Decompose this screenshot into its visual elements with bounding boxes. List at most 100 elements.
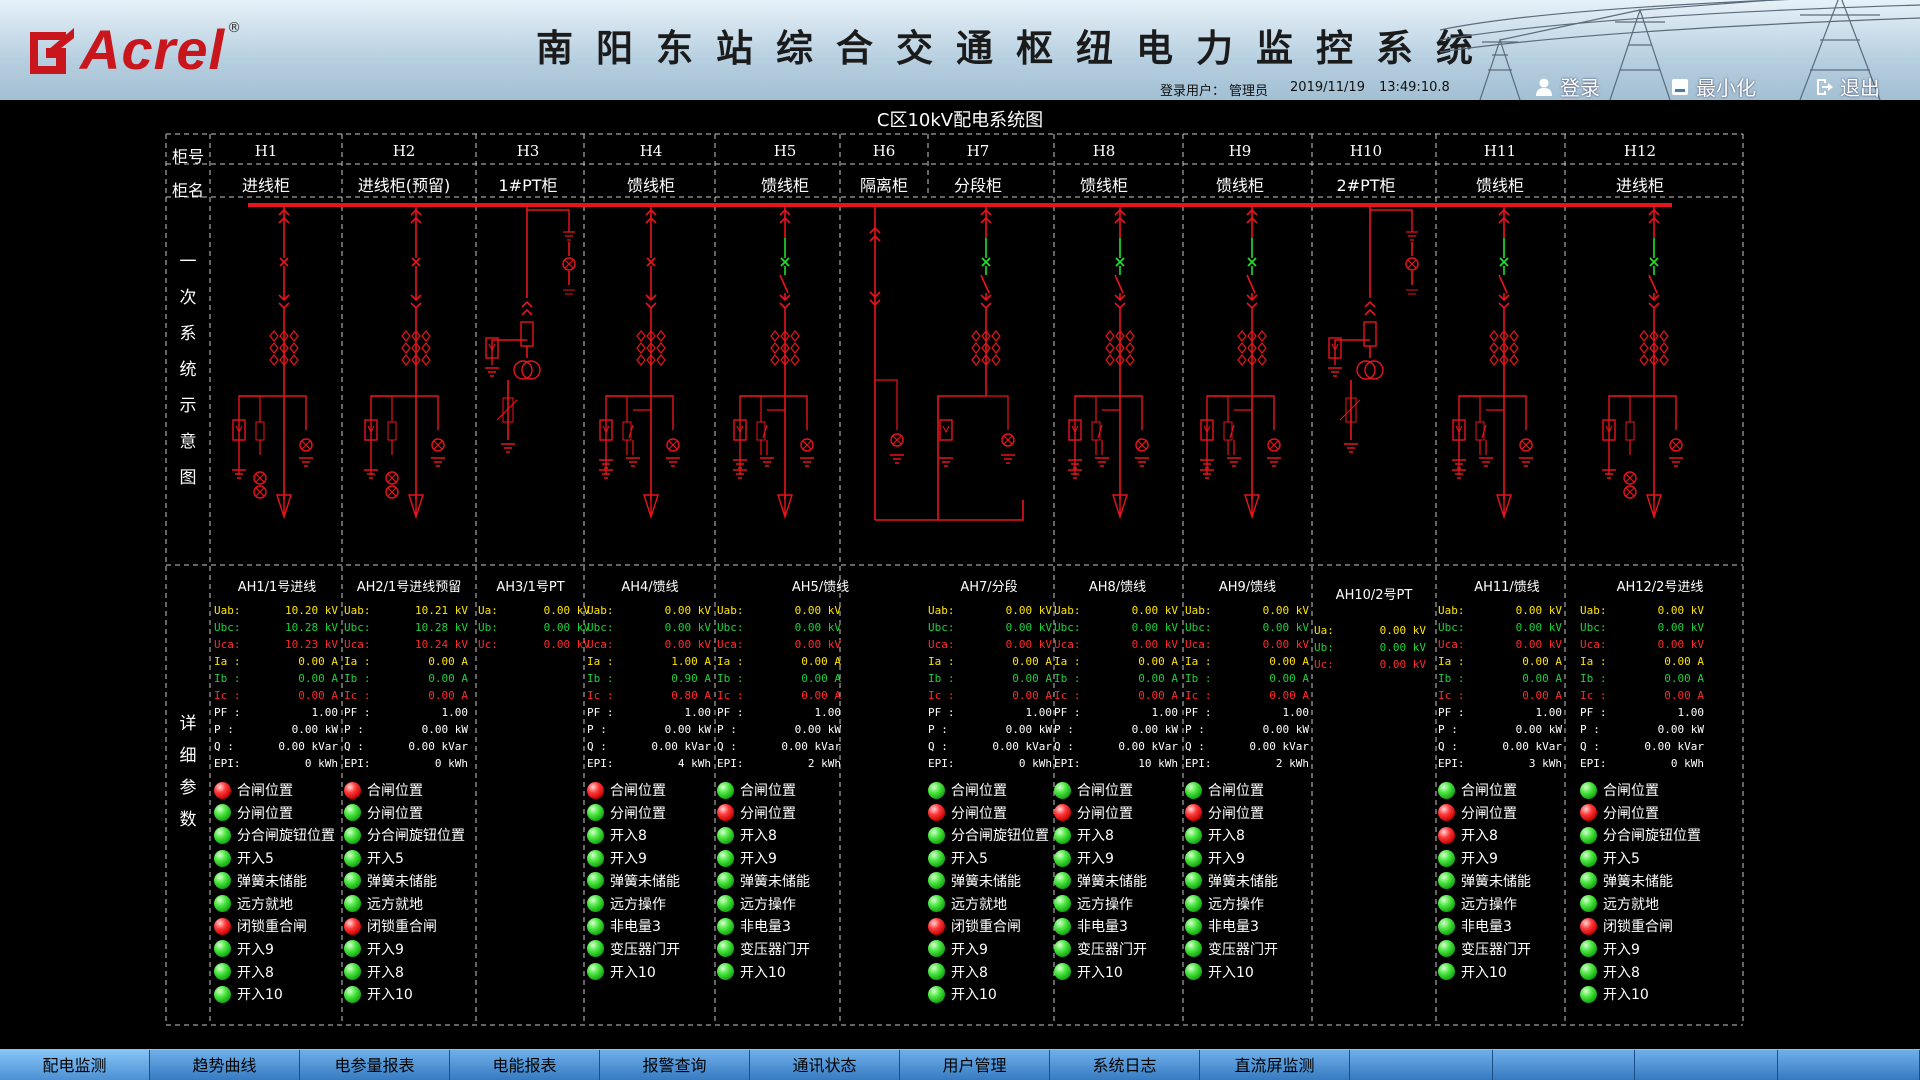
cabinet-name: 馈线柜 — [1475, 176, 1524, 195]
branch-line — [1075, 395, 1097, 455]
measurement-value: 0.00 kW — [664, 723, 711, 736]
status-led-green — [1054, 940, 1071, 958]
branch-line — [1120, 395, 1143, 430]
detail-title: AH2/1号进线预留 — [356, 580, 462, 595]
measurement-value: 0.00 A — [428, 655, 468, 668]
status-led-green — [1185, 963, 1202, 981]
status-led-red — [587, 781, 604, 799]
arrester-symbol — [232, 419, 246, 441]
nav-item[interactable]: 趋势曲线 — [150, 1050, 300, 1080]
measurement-row: P : 0.00 kW — [1438, 723, 1562, 740]
signal-label: 开入10 — [367, 987, 413, 1004]
measurement-value: 0.00 kVar — [781, 740, 841, 753]
measurement-label: Ua: — [478, 604, 498, 617]
lamp-symbol — [301, 440, 311, 450]
measurement-row: Uca: 0.00 kV — [1185, 638, 1309, 655]
measurement-value: 0.00 kV — [1515, 604, 1562, 617]
signal-indicator: 远方操作 — [587, 893, 666, 915]
row-label-detail-char: 细 — [179, 746, 197, 766]
row-label-cabinet-name: 柜名 — [171, 181, 204, 200]
signal-label: 弹簧未储能 — [237, 873, 307, 890]
exit-button[interactable]: 退出 — [1814, 72, 1880, 101]
signal-label: 开入9 — [610, 851, 647, 868]
nav-item[interactable]: 通讯状态 — [750, 1050, 900, 1080]
ct-symbol — [636, 342, 646, 354]
ground-symbol — [1328, 367, 1342, 377]
measurement-label: Ia : — [717, 655, 744, 668]
measurement-value: 0.00 kVar — [278, 740, 338, 753]
ground-symbol — [733, 469, 747, 479]
measurement-row: Uab: 10.20 kV — [214, 604, 338, 621]
nav-item[interactable]: 直流屏监测 — [1200, 1050, 1350, 1080]
measurement-row: EPI: 2 kWh — [1185, 757, 1309, 774]
branch-line — [491, 339, 527, 365]
signal-indicator: 开入8 — [214, 961, 274, 983]
signal-label: 开入9 — [951, 941, 988, 958]
nav-item[interactable]: 用户管理 — [900, 1050, 1050, 1080]
measurement-label: Q : — [1438, 740, 1458, 753]
signal-indicator: 非电量3 — [717, 915, 791, 937]
measurement-label: Uca: — [1438, 638, 1465, 651]
signal-label: 开入8 — [740, 828, 777, 845]
status-led-green — [1054, 872, 1071, 890]
status-led-green — [1438, 940, 1455, 958]
detail-block: AH10/2号PT Ua: 0.00 kV Ub: 0.00 kV Uc: 0.00 kV — [1314, 584, 1434, 1004]
plug-symbol — [1498, 216, 1510, 224]
disconnect-blade — [779, 274, 789, 294]
signal-label: 远方就地 — [367, 896, 423, 913]
measurement-value: 4 kWh — [677, 757, 711, 770]
measurement-value: 0.00 kW — [291, 723, 338, 736]
measurement-value: 0.00 kV — [664, 638, 711, 651]
cable-termination-symbol — [1646, 494, 1662, 520]
resistor-symbol — [496, 399, 518, 421]
nav-item[interactable]: 配电监测 — [0, 1050, 150, 1080]
lamp-symbol — [890, 433, 904, 447]
measurement-row: Ubc: 0.00 kV — [1185, 621, 1309, 638]
minimize-button[interactable]: 最小化 — [1670, 72, 1756, 101]
nav-item[interactable]: 电能报表 — [450, 1050, 600, 1080]
status-led-green — [344, 895, 361, 912]
measurement-row: Ic : 0.00 A — [1054, 689, 1178, 706]
measurement-label: Uab: — [1438, 604, 1465, 617]
ground-symbol — [1452, 469, 1466, 479]
signal-label: 合闸位置 — [1603, 783, 1659, 799]
measurement-label: Ubc: — [1438, 621, 1465, 634]
ground-symbol — [733, 459, 747, 469]
signal-label: 开入8 — [951, 964, 988, 981]
plug-symbol — [521, 300, 533, 308]
lamp-symbol — [668, 440, 678, 450]
measurement-row: Ia : 0.00 A — [344, 655, 468, 672]
plug-symbol — [410, 302, 422, 310]
signal-label: 弹簧未储能 — [740, 873, 810, 890]
measurement-label: EPI: — [1054, 757, 1081, 770]
ct-symbol — [1247, 330, 1257, 342]
measurement-row: EPI: 10 kWh — [1054, 757, 1178, 774]
nav-item[interactable]: 报警查询 — [600, 1050, 750, 1080]
measurement-row: Ia : 0.00 A — [717, 655, 841, 672]
lamp-symbol — [1003, 435, 1013, 445]
plug-symbol — [1246, 208, 1258, 216]
ground-symbol — [1267, 457, 1281, 467]
branch-line — [739, 395, 785, 475]
detail-title: AH7/分段 — [960, 580, 1018, 595]
measurement-value: 1.00 — [1025, 706, 1053, 719]
signal-label: 分闸位置 — [610, 805, 666, 822]
cabinet-id: H12 — [1623, 142, 1657, 160]
measurement-label: Ia : — [1054, 655, 1081, 668]
status-led-green — [1580, 849, 1597, 867]
nav-item[interactable]: 系统日志 — [1050, 1050, 1200, 1080]
minimize-button-label: 最小化 — [1696, 76, 1756, 100]
row-label-primary-char: 统 — [179, 360, 197, 380]
signal-label: 合闸位置 — [367, 783, 423, 799]
ct-symbol — [1499, 354, 1509, 366]
measurement-label: PF : — [1185, 706, 1212, 719]
nav-item[interactable]: 电参量报表 — [300, 1050, 450, 1080]
measurement-value: 0 kWh — [1670, 757, 1704, 770]
plug-symbol — [779, 302, 791, 310]
signal-indicator: 分闸位置 — [344, 802, 423, 824]
signal-label: 分闸位置 — [740, 805, 796, 822]
login-button[interactable]: 登录 — [1534, 72, 1600, 101]
measurement-value: 0.00 kW — [1131, 723, 1178, 736]
status-led-red — [214, 781, 231, 799]
status-led-red — [1185, 804, 1202, 822]
